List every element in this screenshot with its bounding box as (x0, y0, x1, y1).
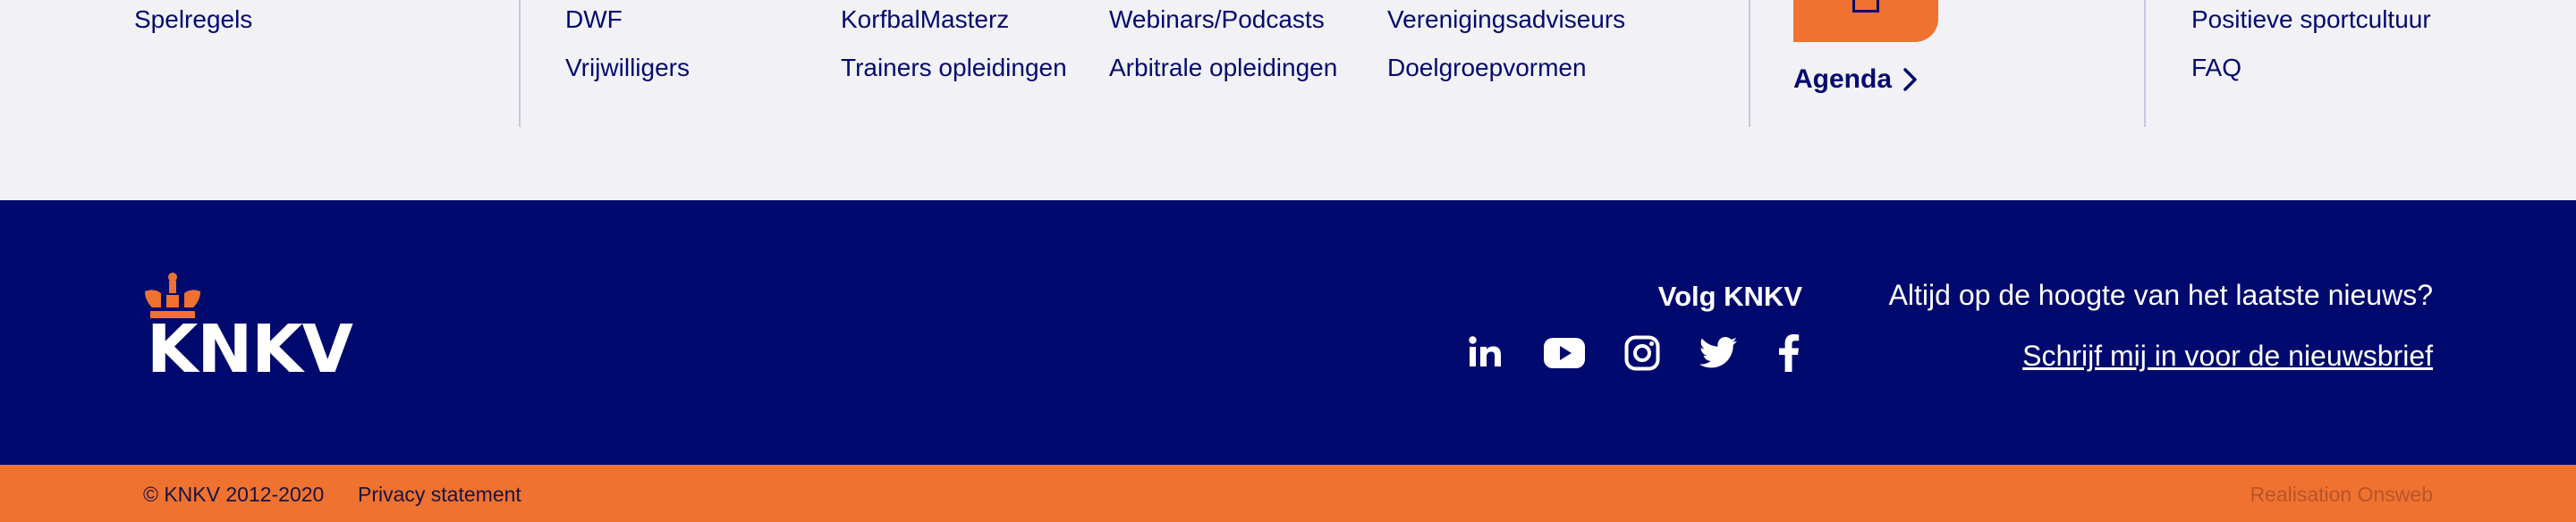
agenda-label: Agenda (1793, 64, 1893, 94)
agenda-link[interactable]: Agenda (1793, 64, 1919, 95)
follow-title: Volg KNKV (1657, 281, 1802, 312)
logo-wordmark: KNKV (147, 311, 353, 388)
calendar-icon (1852, 0, 1879, 13)
realisation-credit-link[interactable]: Realisation Onsweb (2250, 483, 2433, 507)
link-verenigingsadviseurs[interactable]: Verenigingsadviseurs (1387, 7, 1625, 32)
calendar-button[interactable] (1793, 0, 1938, 42)
link-faq[interactable]: FAQ (2191, 55, 2241, 80)
instagram-icon[interactable] (1624, 335, 1660, 371)
chevron-right-icon (1903, 68, 1917, 91)
link-dwf[interactable]: DWF (565, 7, 623, 32)
link-vrijwilligers[interactable]: Vrijwilligers (565, 55, 690, 80)
newsletter-signup-link[interactable]: Schrijf mij in voor de nieuwsbrief (2022, 340, 2433, 373)
column-divider (519, 0, 521, 127)
link-korfbalmasterz[interactable]: KorfbalMasterz (841, 7, 1009, 32)
linkedin-icon[interactable] (1467, 334, 1503, 370)
knkv-logo[interactable]: KNKV (141, 272, 353, 406)
link-trainers-opleidingen[interactable]: Trainers opleidingen (841, 55, 1067, 80)
column-divider (2144, 0, 2146, 127)
bottom-bar: © KNKV 2012-2020 Privacy statement Reali… (0, 465, 2576, 522)
column-divider (1749, 0, 1750, 127)
copyright-text: © KNKV 2012-2020 (143, 483, 325, 506)
privacy-statement-link[interactable]: Privacy statement (358, 483, 521, 507)
link-arbitrale-opleidingen[interactable]: Arbitrale opleidingen (1109, 55, 1337, 80)
newsletter-question: Altijd op de hoogte van het laatste nieu… (1888, 279, 2433, 311)
twitter-icon[interactable] (1699, 337, 1737, 369)
main-footer: KNKV Volg KNKV Altijd op de hoogte van h… (0, 200, 2576, 465)
link-spelregels[interactable]: Spelregels (134, 7, 252, 32)
facebook-icon[interactable] (1778, 334, 1800, 372)
link-doelgroepvormen[interactable]: Doelgroepvormen (1387, 55, 1587, 80)
footer-links-band: Spelregels DWF Vrijwilligers KorfbalMast… (0, 0, 2576, 200)
youtube-icon[interactable] (1544, 338, 1585, 368)
link-positieve-sportcultuur[interactable]: Positieve sportcultuur (2191, 7, 2431, 32)
link-webinars-podcasts[interactable]: Webinars/Podcasts (1109, 7, 1325, 32)
